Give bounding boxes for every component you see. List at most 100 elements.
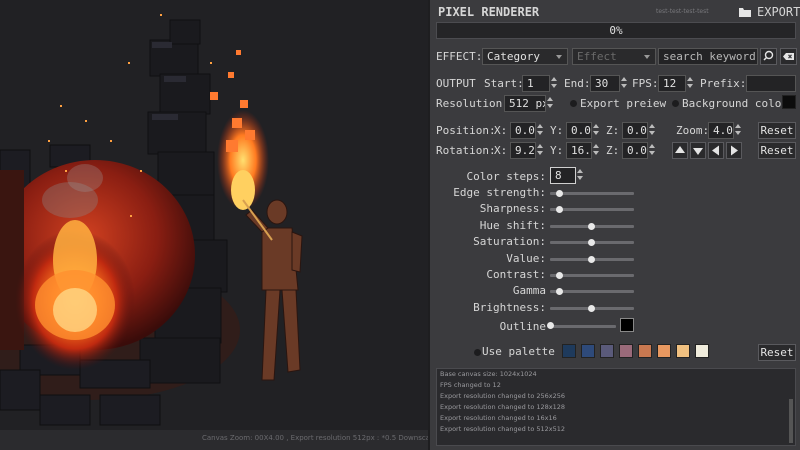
position-y-label: Y: xyxy=(550,124,564,137)
slider-label: Hue shift: xyxy=(479,219,546,232)
color-steps-input[interactable]: 8 xyxy=(550,167,576,184)
position-z-input[interactable]: 0.0 xyxy=(622,122,648,139)
outline-slider-track[interactable] xyxy=(550,325,616,328)
start-label: Start: xyxy=(484,77,524,90)
reset-position-button[interactable]: Reset xyxy=(758,122,796,139)
log-scrollbar[interactable] xyxy=(789,399,793,443)
log-line: Base canvas size: 1024x1024 xyxy=(440,370,537,378)
rotate-right-button[interactable] xyxy=(726,142,742,159)
background-color-toggle[interactable] xyxy=(672,100,679,107)
control-panel: PIXEL RENDERER test-test-test-test EXPOR… xyxy=(428,0,800,450)
resolution-label: Resolution: xyxy=(436,97,509,110)
palette-color-swatch[interactable] xyxy=(562,344,576,358)
reset-palette-button[interactable]: Reset xyxy=(758,344,796,361)
outline-color-swatch[interactable] xyxy=(620,318,634,332)
position-label: Position: xyxy=(436,124,496,137)
slider-handle[interactable] xyxy=(556,190,563,197)
outline-slider-handle[interactable] xyxy=(547,322,554,329)
slider-label: Gamma xyxy=(512,284,546,297)
rotate-up-button[interactable] xyxy=(672,142,688,159)
rotation-y-input[interactable]: 16.1 xyxy=(566,142,592,159)
arrow-left-icon xyxy=(712,145,719,156)
effect-label: EFFECT: xyxy=(436,50,483,63)
export-preview-toggle[interactable] xyxy=(570,100,577,107)
slider-label: Brightness: xyxy=(473,301,546,314)
slider-handle[interactable] xyxy=(588,305,595,312)
palette-color-swatch[interactable] xyxy=(619,344,633,358)
position-x-stepper[interactable] xyxy=(537,122,543,139)
resolution-input[interactable]: 512 px xyxy=(504,95,546,112)
slider-handle[interactable] xyxy=(588,239,595,246)
slider-handle[interactable] xyxy=(556,272,563,279)
slider-handle[interactable] xyxy=(588,223,595,230)
slider-handle[interactable] xyxy=(556,206,563,213)
effect-dropdown[interactable]: Effect xyxy=(572,48,656,65)
fps-input[interactable]: 12 xyxy=(658,75,686,92)
log-line: Export resolution changed to 128x128 xyxy=(440,403,566,411)
scene-render xyxy=(0,0,428,430)
palette-color-swatch[interactable] xyxy=(657,344,671,358)
log-console[interactable]: Base canvas size: 1024x1024 FPS changed … xyxy=(436,368,796,446)
app-title: PIXEL RENDERER xyxy=(438,5,540,19)
position-z-stepper[interactable] xyxy=(649,122,655,139)
rotate-down-button[interactable] xyxy=(690,142,706,159)
slider-label: Sharpness: xyxy=(479,202,546,215)
slider-label: Value: xyxy=(506,252,546,265)
color-steps-label: Color steps: xyxy=(466,170,546,183)
start-frame-stepper[interactable] xyxy=(551,75,557,92)
arrow-right-icon xyxy=(731,145,738,156)
zoom-label: Zoom: xyxy=(676,124,710,137)
slider-label: Edge strength: xyxy=(453,186,546,199)
end-frame-input[interactable]: 30 xyxy=(590,75,620,92)
resolution-stepper[interactable] xyxy=(547,95,553,112)
use-palette-toggle[interactable] xyxy=(474,349,481,356)
position-x-label: X: xyxy=(494,124,508,137)
zoom-input[interactable]: 4.0 xyxy=(708,122,734,139)
rotation-label: Rotation: xyxy=(436,144,496,157)
rotation-y-stepper[interactable] xyxy=(593,142,599,159)
export-button[interactable]: EXPORT xyxy=(757,5,800,19)
search-input[interactable]: search keyword xyxy=(658,48,758,65)
rotation-z-stepper[interactable] xyxy=(649,142,655,159)
arrow-up-icon xyxy=(675,146,685,153)
version-text: test-test-test-test xyxy=(656,8,709,15)
fps-label: FPS: xyxy=(632,77,659,90)
reset-rotation-button[interactable]: Reset xyxy=(758,142,796,159)
color-steps-stepper[interactable] xyxy=(577,167,583,184)
palette-color-swatch[interactable] xyxy=(638,344,652,358)
fps-stepper[interactable] xyxy=(687,75,693,92)
search-button[interactable] xyxy=(760,48,777,65)
palette-color-swatch[interactable] xyxy=(600,344,614,358)
palette-color-swatch[interactable] xyxy=(581,344,595,358)
rotation-x-stepper[interactable] xyxy=(537,142,543,159)
category-dropdown[interactable]: Category xyxy=(482,48,568,65)
background-color-swatch[interactable] xyxy=(782,95,796,109)
output-label: OUTPUT xyxy=(436,77,476,90)
slider-label: Contrast: xyxy=(486,268,546,281)
background-color-label: Background color xyxy=(682,97,788,110)
use-palette-label: Use palette xyxy=(482,345,555,358)
position-x-input[interactable]: 0.0 xyxy=(510,122,536,139)
backspace-icon xyxy=(783,53,794,60)
slider-label: Saturation: xyxy=(473,235,546,248)
render-viewport[interactable] xyxy=(0,0,428,430)
slider-handle[interactable] xyxy=(588,256,595,263)
zoom-stepper[interactable] xyxy=(735,122,741,139)
start-frame-input[interactable]: 1 xyxy=(522,75,550,92)
folder-icon[interactable] xyxy=(738,5,752,19)
prefix-input[interactable] xyxy=(746,75,796,92)
position-y-stepper[interactable] xyxy=(593,122,599,139)
log-line: FPS changed to 12 xyxy=(440,381,501,389)
rotate-left-button[interactable] xyxy=(708,142,724,159)
rotation-x-input[interactable]: 9.2 xyxy=(510,142,536,159)
export-preview-label: Export preiew xyxy=(580,97,667,110)
log-line: Export resolution changed to 256x256 xyxy=(440,392,566,400)
slider-handle[interactable] xyxy=(556,288,563,295)
palette-color-swatch[interactable] xyxy=(676,344,690,358)
end-label: End: xyxy=(564,77,591,90)
position-y-input[interactable]: 0.0 xyxy=(566,122,592,139)
palette-color-swatch[interactable] xyxy=(695,344,709,358)
rotation-z-input[interactable]: 0.0 xyxy=(622,142,648,159)
clear-search-button[interactable] xyxy=(780,48,797,65)
end-frame-stepper[interactable] xyxy=(621,75,627,92)
